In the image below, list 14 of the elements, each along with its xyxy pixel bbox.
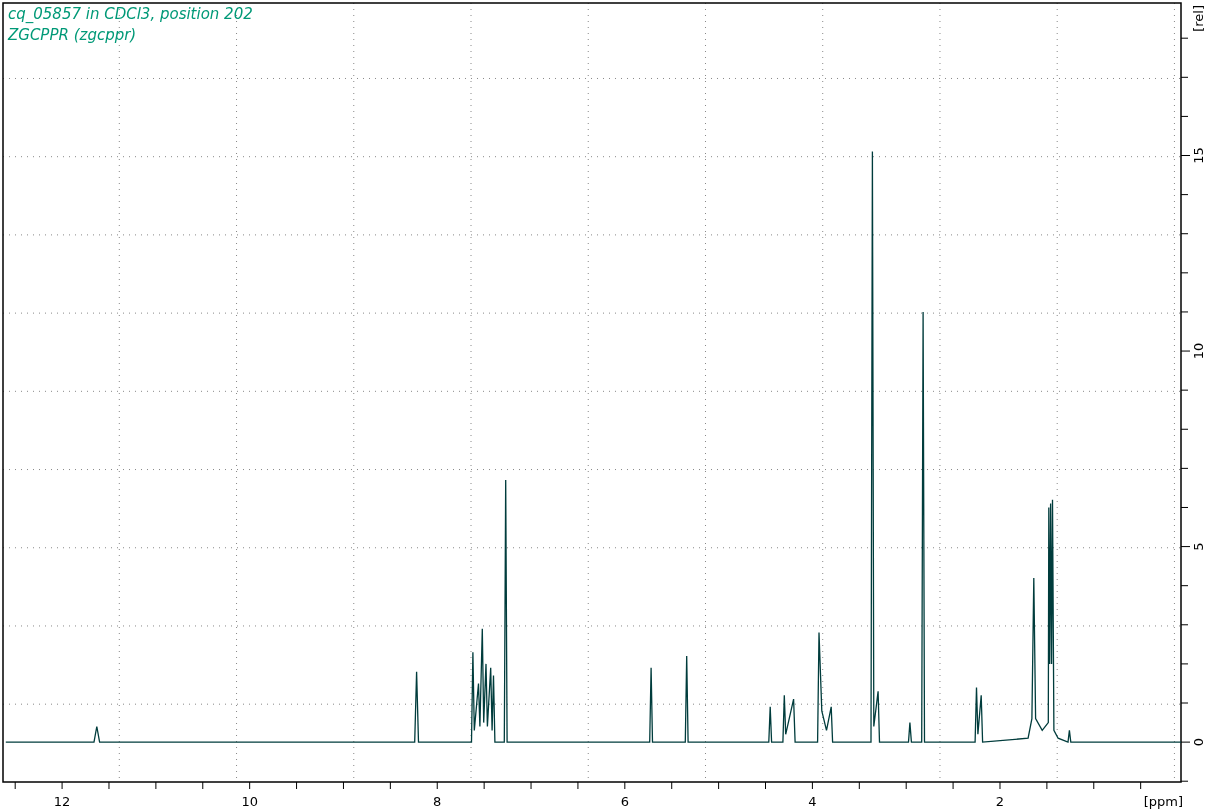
x-tick-label: 8 bbox=[433, 794, 442, 809]
x-tick-label: 4 bbox=[808, 794, 817, 809]
pulse-program-title: ZGCPPR (zgcppr) bbox=[8, 25, 138, 46]
x-tick-label: 6 bbox=[620, 794, 629, 809]
x-tick-label: 2 bbox=[995, 794, 1005, 809]
sample-title: cq_05857 in CDCl3, position 202 bbox=[8, 4, 253, 25]
x-tick-label: 12 bbox=[53, 794, 71, 809]
x-tick-label: 10 bbox=[241, 794, 258, 809]
y-tick-label: 15 bbox=[1191, 147, 1206, 164]
x-axis-label: [ppm] bbox=[1143, 794, 1183, 809]
y-tick-label: 0 bbox=[1191, 737, 1206, 747]
y-axis-label: [rel] bbox=[1191, 5, 1206, 32]
y-tick-label: 5 bbox=[1191, 542, 1206, 551]
y-tick-label: 10 bbox=[1191, 342, 1206, 360]
